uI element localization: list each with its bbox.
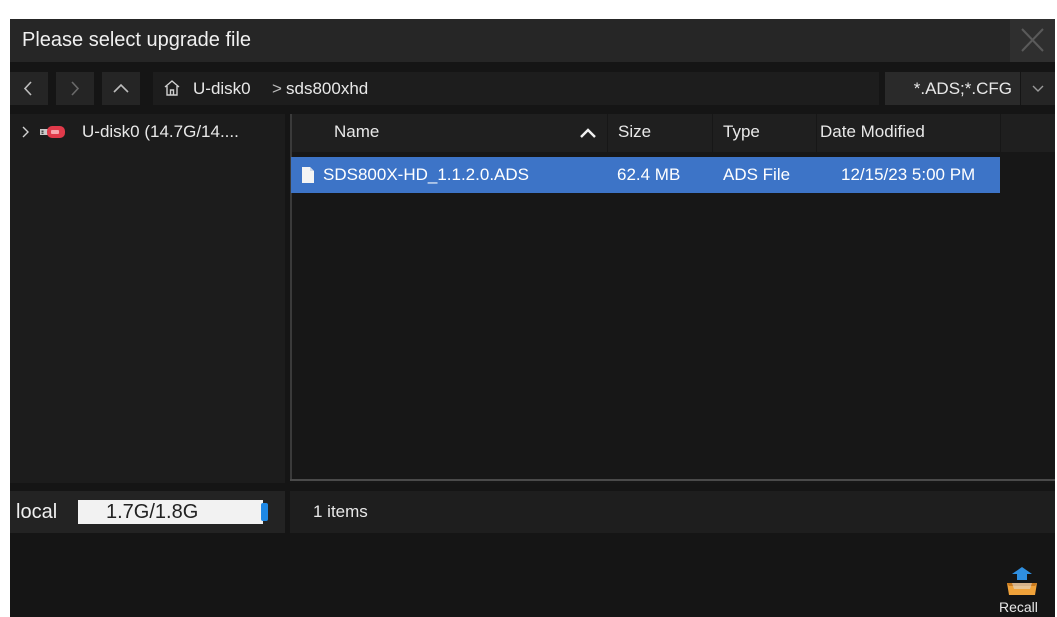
column-header-date[interactable]: Date Modified	[817, 114, 1000, 152]
back-button[interactable]	[10, 72, 48, 105]
file-type-filter[interactable]: *.ADS;*.CFG	[885, 72, 1020, 105]
column-size-label: Size	[618, 122, 652, 141]
local-storage-status: local 1.7G/1.8G	[10, 491, 285, 533]
chevron-up-icon	[113, 83, 129, 93]
item-count-bar: 1 items	[290, 491, 1055, 533]
forward-button[interactable]	[56, 72, 94, 105]
column-name-label: Name	[334, 122, 380, 141]
file-list-bottom-border	[290, 479, 1055, 481]
dialog-title: Please select upgrade file	[22, 29, 252, 51]
storage-usage-text: 1.7G/1.8G	[106, 501, 199, 523]
path-breadcrumb[interactable]: U-disk0 > sds800xhd	[153, 72, 879, 105]
breadcrumb-current[interactable]: sds800xhd	[286, 79, 368, 99]
column-header-size[interactable]: Size	[608, 114, 712, 152]
usb-drive-icon	[40, 126, 65, 138]
column-header-filler	[1001, 114, 1055, 152]
file-size: 62.4 MB	[617, 165, 681, 184]
navigation-bar: U-disk0 > sds800xhd *.ADS;*.CFG	[10, 68, 1055, 109]
storage-indicator	[261, 503, 268, 521]
chevron-down-icon	[1032, 85, 1044, 92]
file-date-modified: 12/15/23 5:00 PM	[841, 165, 976, 184]
filter-dropdown-button[interactable]	[1021, 72, 1055, 105]
file-icon	[302, 167, 314, 183]
folder-tree: U-disk0 (14.7G/14....	[10, 114, 285, 483]
sort-ascending-icon	[580, 128, 596, 138]
recall-icon	[1007, 567, 1037, 595]
up-button[interactable]	[102, 72, 140, 105]
chevron-left-icon	[23, 81, 32, 96]
close-icon	[1021, 28, 1044, 52]
tree-item-label: U-disk0 (14.7G/14....	[82, 122, 239, 141]
storage-label: local	[16, 501, 58, 523]
storage-usage-bar: 1.7G/1.8G	[78, 500, 268, 524]
file-name: SDS800X-HD_1.1.2.0.ADS	[323, 165, 529, 184]
breadcrumb-root[interactable]: U-disk0	[193, 79, 251, 99]
column-type-label: Type	[723, 122, 760, 141]
recall-button[interactable]: Recall	[995, 567, 1050, 615]
column-date-label: Date Modified	[820, 122, 925, 141]
table-row[interactable]: SDS800X-HD_1.1.2.0.ADS 62.4 MB ADS File …	[291, 157, 1000, 193]
column-header-name[interactable]: Name	[292, 114, 607, 152]
column-header-type[interactable]: Type	[713, 114, 816, 152]
chevron-right-icon	[71, 81, 80, 96]
title-bar: Please select upgrade file	[10, 19, 1055, 62]
expand-chevron-icon[interactable]	[20, 125, 32, 139]
home-icon	[164, 80, 180, 96]
item-count: 1 items	[313, 502, 368, 521]
close-button[interactable]	[1010, 19, 1055, 62]
upgrade-file-dialog: Please select upgrade file U-disk0 > sds…	[10, 19, 1055, 617]
breadcrumb-separator: >	[272, 79, 282, 98]
filter-value: *.ADS;*.CFG	[913, 79, 1012, 98]
recall-label: Recall	[999, 599, 1038, 615]
file-type: ADS File	[723, 165, 791, 184]
